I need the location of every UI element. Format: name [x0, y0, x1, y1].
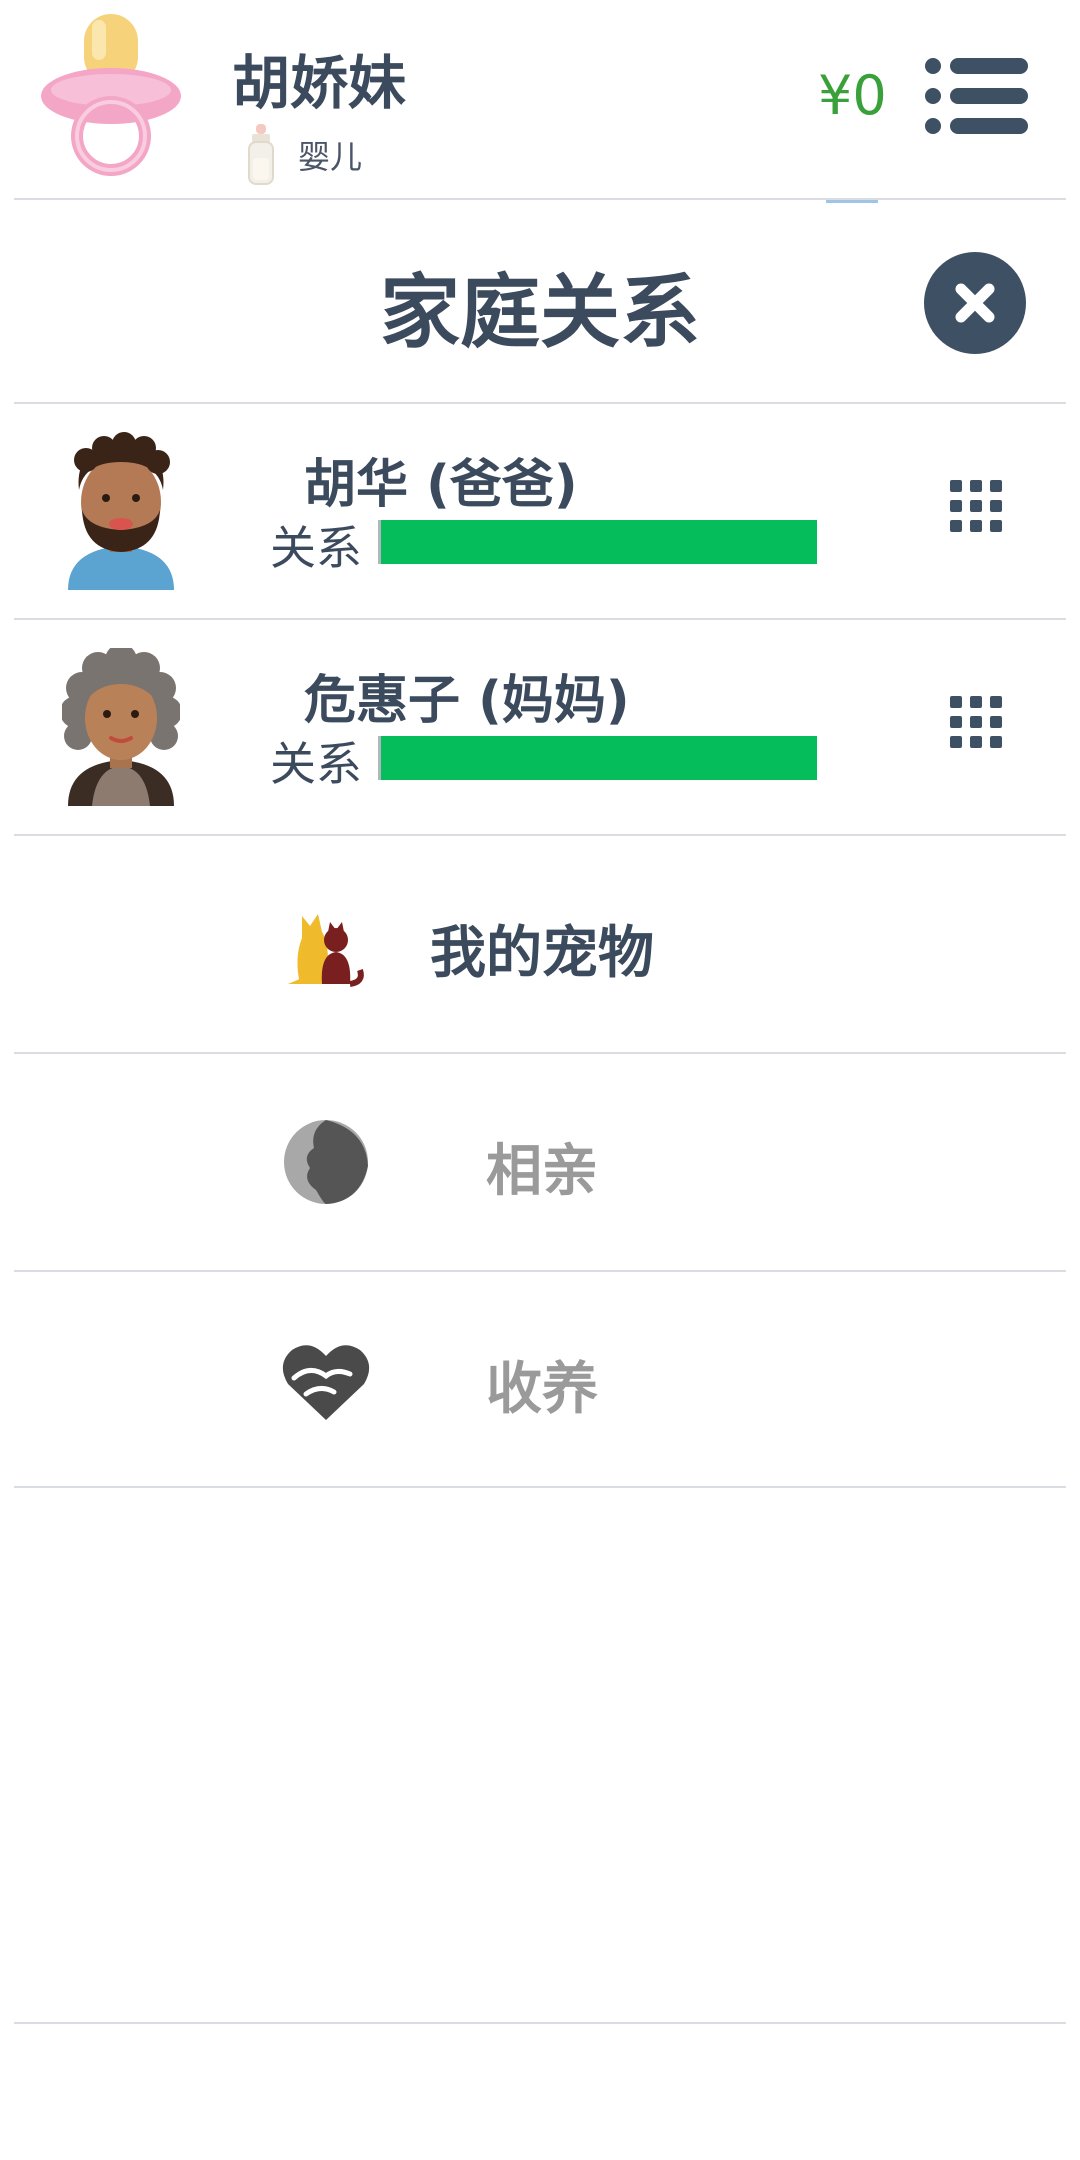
divider [14, 198, 1066, 200]
top-status-bar: 胡娇妹 婴儿 ¥0 [0, 0, 1080, 203]
relation-bar [378, 736, 817, 780]
relation-label: 关系 [270, 521, 362, 575]
grid-menu-icon[interactable] [950, 696, 1002, 748]
dating-label: 相亲 [486, 1139, 598, 1204]
pacifier-avatar-icon [41, 14, 181, 176]
relation-name: 危惠子 (妈妈) [304, 671, 630, 731]
relation-label: 关系 [270, 737, 362, 791]
divider [14, 2022, 1066, 2024]
relation-row-father[interactable]: 胡华 (爸爸) 关系 [0, 404, 1080, 618]
close-button[interactable] [924, 252, 1026, 354]
list-menu-icon[interactable] [924, 56, 1028, 136]
panel-title: 家庭关系 [380, 266, 700, 359]
pet-icon [288, 914, 364, 987]
dating-icon [284, 1120, 368, 1204]
my-pets-button[interactable]: 我的宠物 [0, 836, 1080, 1052]
relation-bar-fill [381, 736, 817, 780]
divider [14, 1486, 1066, 1488]
dating-button[interactable]: 相亲 [0, 1054, 1080, 1270]
life-stage: 婴儿 [244, 124, 362, 186]
baby-bottle-icon [248, 124, 274, 185]
grid-menu-icon[interactable] [950, 480, 1002, 532]
family-relations-screen: 胡娇妹 婴儿 ¥0 家庭关系 胡华 (爸爸) 关系 危惠子 (妈妈) 关系 我的… [0, 0, 1080, 2160]
close-icon [955, 283, 995, 323]
adopt-heart-icon [282, 1345, 370, 1420]
relation-row-mother[interactable]: 危惠子 (妈妈) 关系 [0, 620, 1080, 834]
relation-bar-fill [381, 520, 817, 564]
money-balance: ¥0 [818, 64, 887, 127]
adopt-button[interactable]: 收养 [0, 1272, 1080, 1488]
life-stage-label: 婴儿 [298, 138, 363, 176]
relation-bar [378, 520, 817, 564]
relation-name: 胡华 (爸爸) [304, 455, 578, 515]
my-pets-label: 我的宠物 [430, 921, 654, 986]
money-underline [826, 200, 878, 203]
adopt-label: 收养 [486, 1357, 598, 1422]
mother-avatar [62, 648, 180, 806]
father-avatar [68, 432, 174, 590]
player-name: 胡娇妹 [232, 49, 407, 117]
